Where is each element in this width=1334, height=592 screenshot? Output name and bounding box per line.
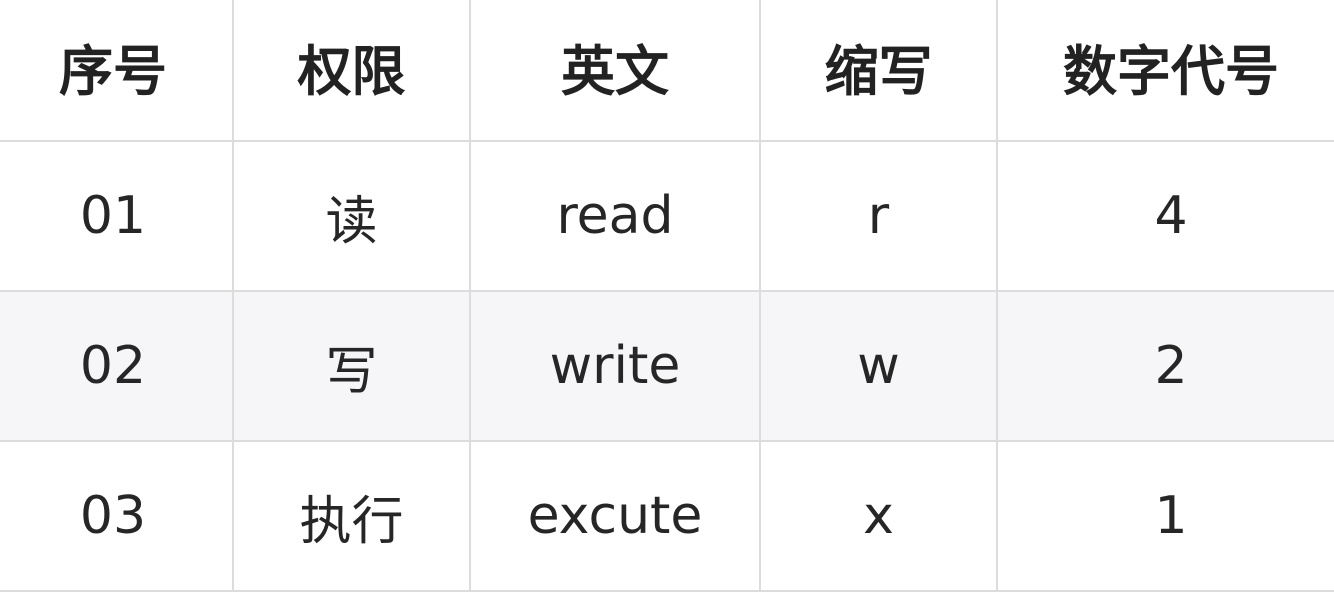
cell-permission: 读 bbox=[232, 140, 471, 292]
cell-index: 03 bbox=[0, 440, 234, 592]
cell-numeric-code: 2 bbox=[996, 290, 1334, 442]
header-permission: 权限 bbox=[232, 0, 471, 142]
cell-abbreviation: w bbox=[759, 290, 998, 442]
header-numeric-code: 数字代号 bbox=[996, 0, 1334, 142]
permissions-table-container: 序号 权限 英文 缩写 数字代号 01 读 read r 4 02 写 writ… bbox=[0, 0, 1334, 592]
cell-numeric-code: 4 bbox=[996, 140, 1334, 292]
header-row: 序号 权限 英文 缩写 数字代号 bbox=[0, 0, 1334, 142]
table-row: 03 执行 excute x 1 bbox=[0, 440, 1334, 592]
header-index: 序号 bbox=[0, 0, 234, 142]
cell-english: excute bbox=[469, 440, 761, 592]
cell-abbreviation: r bbox=[759, 140, 998, 292]
table-header: 序号 权限 英文 缩写 数字代号 bbox=[0, 0, 1334, 142]
header-abbreviation: 缩写 bbox=[759, 0, 998, 142]
cell-english: write bbox=[469, 290, 761, 442]
table-row: 01 读 read r 4 bbox=[0, 140, 1334, 292]
cell-permission: 写 bbox=[232, 290, 471, 442]
cell-english: read bbox=[469, 140, 761, 292]
cell-index: 02 bbox=[0, 290, 234, 442]
cell-index: 01 bbox=[0, 140, 234, 292]
table-body: 01 读 read r 4 02 写 write w 2 03 执行 excut… bbox=[0, 140, 1334, 592]
header-english: 英文 bbox=[469, 0, 761, 142]
cell-abbreviation: x bbox=[759, 440, 998, 592]
cell-permission: 执行 bbox=[232, 440, 471, 592]
permissions-table: 序号 权限 英文 缩写 数字代号 01 读 read r 4 02 写 writ… bbox=[0, 0, 1334, 592]
table-row: 02 写 write w 2 bbox=[0, 290, 1334, 442]
cell-numeric-code: 1 bbox=[996, 440, 1334, 592]
